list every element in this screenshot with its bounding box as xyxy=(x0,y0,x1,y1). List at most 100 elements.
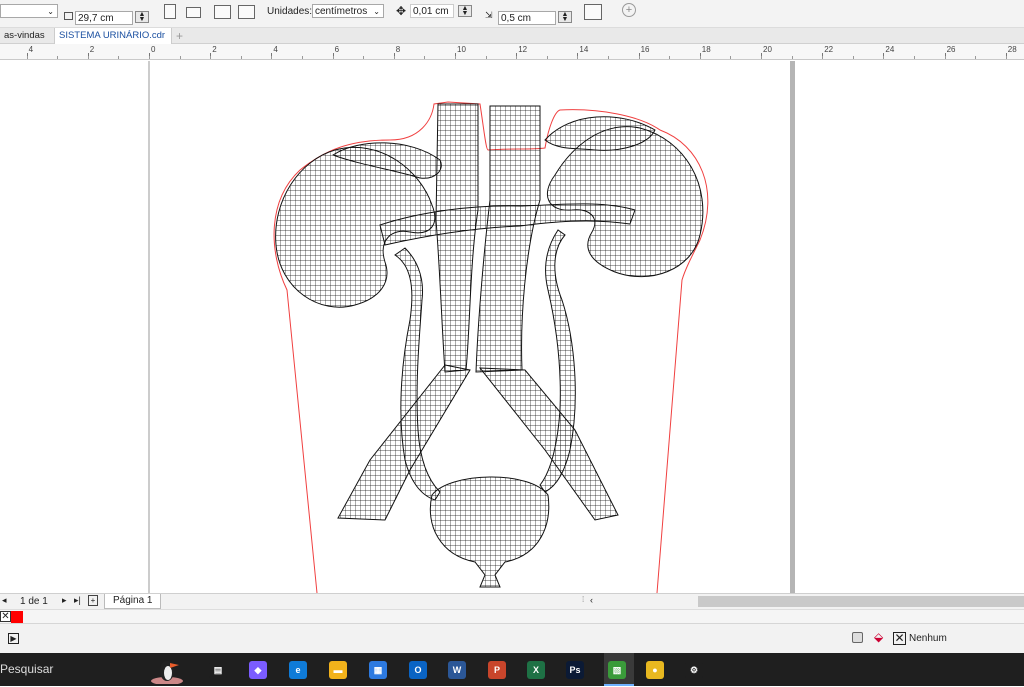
color-palette: ✕ xyxy=(0,609,1024,623)
ruler-minor-tick xyxy=(944,56,946,59)
search-box[interactable]: Pesquisar xyxy=(0,662,53,676)
tab-document[interactable]: SISTEMA URINÁRIO.cdr xyxy=(54,28,172,44)
ruler-minor-tick xyxy=(271,56,273,59)
file-explorer-icon: ▬ xyxy=(329,661,347,679)
word-icon: W xyxy=(448,661,466,679)
ruler-minor-tick xyxy=(822,56,824,59)
store-icon: ▦ xyxy=(369,661,387,679)
ruler-minor-tick xyxy=(424,56,426,59)
last-page-icon[interactable]: ▸| xyxy=(74,595,81,606)
ruler-label: 4 xyxy=(273,45,278,54)
add-page-icon[interactable]: + xyxy=(88,595,98,606)
puffin-bird-icon[interactable] xyxy=(150,655,184,685)
settings-taskbar-button[interactable]: ⚙ xyxy=(681,657,707,683)
ruler-label: 10 xyxy=(457,45,466,54)
photoshop-taskbar-button[interactable]: Ps xyxy=(562,657,588,683)
store-taskbar-button[interactable]: ▦ xyxy=(365,657,391,683)
anatomy-drawing xyxy=(148,61,795,594)
units-select[interactable]: centímetros ⌄ xyxy=(312,4,384,18)
coreldraw-taskbar-button[interactable]: ▧ xyxy=(604,657,630,683)
chevron-down-icon: ⌄ xyxy=(47,7,54,16)
page-tab[interactable]: Página 1 xyxy=(104,594,162,609)
red-swatch[interactable] xyxy=(11,611,23,623)
ruler-minor-tick xyxy=(87,56,89,59)
height-spinner[interactable]: ▲ ▼ xyxy=(135,11,149,23)
ruler-label: 14 xyxy=(579,45,589,54)
ruler-minor-tick xyxy=(638,56,640,59)
copilot-icon: ◆ xyxy=(249,661,267,679)
ruler-minor-tick xyxy=(179,56,181,59)
nudge-field[interactable]: 0,01 cm xyxy=(410,4,454,18)
ruler-minor-tick xyxy=(975,56,977,59)
file-explorer-taskbar-button[interactable]: ▬ xyxy=(325,657,351,683)
ruler-minor-tick xyxy=(57,56,59,59)
page-counter: 1 de 1 xyxy=(20,596,48,607)
ruler-minor-tick xyxy=(332,56,334,59)
outlook-icon: O xyxy=(409,661,427,679)
duplicate-distance-field[interactable]: 0,5 cm xyxy=(498,11,556,25)
ruler-label: 0 xyxy=(151,45,156,54)
excel-taskbar-button[interactable]: X xyxy=(523,657,549,683)
copilot-taskbar-button[interactable]: ◆ xyxy=(245,657,271,683)
next-page-icon[interactable]: ▸ xyxy=(62,595,67,606)
right-kidney xyxy=(546,126,704,278)
word-taskbar-button[interactable]: W xyxy=(444,657,470,683)
ruler-label: 16 xyxy=(640,45,650,54)
chrome-icon: ● xyxy=(646,661,664,679)
tab-welcome[interactable]: as-vindas xyxy=(0,28,52,44)
coreldraw-icon: ▧ xyxy=(608,661,626,679)
ruler-minor-tick xyxy=(699,56,701,59)
ruler-minor-tick xyxy=(852,56,854,59)
ruler-minor-tick xyxy=(118,56,120,59)
scroll-left-icon[interactable]: ‹ xyxy=(590,595,593,605)
ruler-minor-tick xyxy=(240,56,242,59)
edge-icon: e xyxy=(289,661,307,679)
horizontal-ruler[interactable]: 4 2 0 2 4 6 8 10 12 14 16 18 20 22 24 26 28 xyxy=(0,44,1024,60)
ruler-label: 26 xyxy=(946,45,956,54)
task-view-taskbar-button[interactable]: ▤ xyxy=(205,657,231,683)
ruler-minor-tick xyxy=(1005,56,1007,59)
treat-as-filled-icon[interactable] xyxy=(584,4,602,20)
bladder xyxy=(429,476,550,588)
nudge-spinner[interactable]: ▲ ▼ xyxy=(458,5,472,17)
scroll-thumb[interactable] xyxy=(698,596,1024,607)
task-view-icon: ▤ xyxy=(209,661,227,679)
ruler-label: 24 xyxy=(885,45,895,54)
ruler-label: 18 xyxy=(701,45,711,54)
portrait-icon[interactable] xyxy=(164,4,176,19)
settings-icon: ⚙ xyxy=(685,661,703,679)
powerpoint-taskbar-button[interactable]: P xyxy=(484,657,510,683)
current-page-icon[interactable] xyxy=(238,5,255,19)
drawing-canvas[interactable] xyxy=(0,61,1024,606)
play-icon[interactable]: ▶ xyxy=(8,633,19,644)
nudge-icon: ✥ xyxy=(396,4,407,18)
ruler-minor-tick xyxy=(455,56,456,59)
preset-dropdown[interactable]: ⌄ xyxy=(0,4,58,18)
duplicate-spinner[interactable]: ▲ ▼ xyxy=(558,11,572,23)
add-icon[interactable]: + xyxy=(622,3,636,17)
ruler-minor-tick xyxy=(485,56,487,59)
new-tab-icon[interactable]: + xyxy=(176,29,183,43)
no-outline-icon[interactable]: ✕ xyxy=(893,632,906,645)
no-color-swatch[interactable]: ✕ xyxy=(0,611,11,622)
outline-status: Nenhum xyxy=(909,633,947,644)
outlook-taskbar-button[interactable]: O xyxy=(405,657,431,683)
splitter-grip[interactable]: ⁞ xyxy=(582,595,584,604)
ruler-minor-tick xyxy=(363,56,365,59)
ruler-label: 8 xyxy=(395,45,401,54)
prev-page-icon[interactable]: ◂ xyxy=(2,595,7,606)
ruler-minor-tick xyxy=(608,56,609,59)
powerpoint-icon: P xyxy=(488,661,506,679)
edge-taskbar-button[interactable]: e xyxy=(285,657,311,683)
ruler-minor-tick xyxy=(302,56,303,59)
status-bar: ▶ ⬙ ✕ Nenhum xyxy=(0,623,1024,653)
fill-bucket-icon[interactable]: ⬙ xyxy=(874,630,883,644)
all-pages-icon[interactable] xyxy=(214,5,231,19)
page-right-shadow xyxy=(790,61,795,593)
landscape-icon[interactable] xyxy=(186,7,201,18)
chevron-down-icon: ⌄ xyxy=(373,7,380,16)
chrome-taskbar-button[interactable]: ● xyxy=(642,657,668,683)
ruler-minor-tick xyxy=(149,56,150,59)
page-height-field[interactable]: 29,7 cm xyxy=(75,11,133,25)
duplicate-distance-icon: ⇲ xyxy=(485,10,493,20)
